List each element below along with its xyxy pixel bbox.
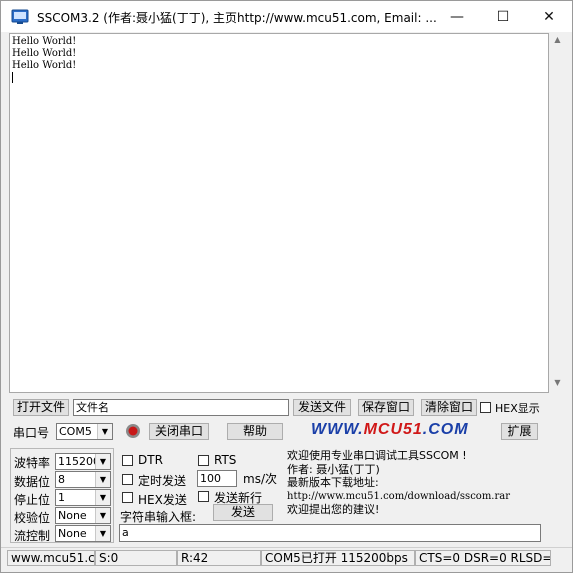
welcome-info: 欢迎使用专业串口调试工具SSCOM ! 作者: 聂小猛(丁丁) 最新版本下载地址… <box>287 449 545 519</box>
close-button[interactable]: ✕ <box>526 1 572 32</box>
info-download-url: http://www.mcu51.com/download/sscom.rar <box>287 490 510 502</box>
receive-area[interactable]: Hello World! Hello World! Hello World! <box>9 33 549 393</box>
baud-label: 波特率 <box>14 456 51 470</box>
clear-window-button[interactable]: 清除窗口 <box>421 399 477 416</box>
save-window-button[interactable]: 保存窗口 <box>358 399 414 416</box>
info-line: 欢迎提出您的建议! <box>287 503 380 516</box>
close-port-button[interactable]: 关闭串口 <box>149 423 209 440</box>
parity-select[interactable]: None ▼ <box>55 507 111 524</box>
data-bits-label: 数据位 <box>14 475 51 489</box>
close-icon: ✕ <box>543 8 555 25</box>
help-button[interactable]: 帮助 <box>227 423 283 440</box>
info-line: 欢迎使用专业串口调试工具SSCOM ! <box>287 449 467 462</box>
receive-line: Hello World! <box>12 36 77 47</box>
logo-text-www: WWW. <box>311 421 364 438</box>
scroll-down-icon[interactable]: ▼ <box>552 378 563 390</box>
text-caret <box>12 72 13 83</box>
chevron-down-icon: ▼ <box>95 508 110 523</box>
port-value: COM5 <box>59 425 92 438</box>
port-select[interactable]: COM5 ▼ <box>56 423 113 440</box>
status-sent-count: S:0 <box>95 550 177 566</box>
chevron-down-icon: ▼ <box>95 526 110 541</box>
parity-value: None <box>58 509 87 522</box>
maximize-icon: ☐ <box>496 8 510 25</box>
send-button[interactable]: 发送 <box>213 504 273 521</box>
timed-send-label: 定时发送 <box>138 474 187 488</box>
baud-value: 115200 <box>58 455 100 468</box>
info-line: 最新版本下载地址: <box>287 476 379 489</box>
mcu51-logo: WWW.MCU51.COM <box>311 421 469 439</box>
baud-select[interactable]: 115200 ▼ <box>55 453 111 470</box>
app-icon <box>11 8 29 24</box>
stop-bits-value: 1 <box>58 491 65 504</box>
logo-text-mcu51: MCU51 <box>363 421 423 438</box>
vertical-scrollbar[interactable]: ▲ ▼ <box>549 33 566 393</box>
rts-checkbox[interactable] <box>198 455 209 466</box>
receive-line: Hello World! <box>12 48 77 59</box>
status-website: www.mcu51.cor <box>7 550 95 566</box>
parity-label: 校验位 <box>14 511 51 525</box>
port-label: 串口号 <box>13 426 50 440</box>
dtr-label: DTR <box>138 453 163 467</box>
sscom-window: SSCOM3.2 (作者:聂小猛(丁丁), 主页http://www.mcu51… <box>0 0 573 573</box>
chevron-down-icon: ▼ <box>95 472 110 487</box>
data-bits-value: 8 <box>58 473 65 486</box>
chevron-down-icon: ▼ <box>97 424 112 439</box>
send-text-input[interactable]: a <box>119 524 541 542</box>
hex-send-checkbox[interactable] <box>122 492 133 503</box>
status-bar: www.mcu51.cor S:0 R:42 COM5已打开 115200bps… <box>1 547 572 568</box>
flow-control-select[interactable]: None ▼ <box>55 525 111 542</box>
stop-bits-label: 停止位 <box>14 493 51 507</box>
timed-send-checkbox[interactable] <box>122 474 133 485</box>
hex-display-label: HEX显示 <box>495 402 540 415</box>
title-bar[interactable]: SSCOM3.2 (作者:聂小猛(丁丁), 主页http://www.mcu51… <box>1 1 572 32</box>
interval-input[interactable]: 100 <box>197 470 237 487</box>
filename-input[interactable]: 文件名 <box>73 399 289 416</box>
window-title: SSCOM3.2 (作者:聂小猛(丁丁), 主页http://www.mcu51… <box>37 11 437 25</box>
stop-bits-select[interactable]: 1 ▼ <box>55 489 111 506</box>
rts-label: RTS <box>214 453 237 467</box>
chevron-down-icon: ▼ <box>95 454 110 469</box>
maximize-button[interactable]: ☐ <box>480 1 526 32</box>
chevron-down-icon: ▼ <box>95 490 110 505</box>
status-port-state: COM5已打开 115200bps <box>261 550 415 566</box>
dtr-checkbox[interactable] <box>122 455 133 466</box>
logo-text-com: .COM <box>422 421 469 438</box>
minimize-button[interactable]: — <box>434 1 480 32</box>
record-icon <box>125 423 141 442</box>
data-bits-select[interactable]: 8 ▼ <box>55 471 111 488</box>
interval-unit: ms/次 <box>243 472 277 486</box>
send-newline-checkbox[interactable] <box>198 491 209 502</box>
hex-send-label: HEX发送 <box>138 493 187 507</box>
minimize-icon: — <box>450 8 464 25</box>
scroll-up-icon[interactable]: ▲ <box>552 35 563 47</box>
flow-control-value: None <box>58 527 87 540</box>
flow-control-label: 流控制 <box>14 529 51 543</box>
status-line-signals: CTS=0 DSR=0 RLSD=0 <box>415 550 551 566</box>
send-file-button[interactable]: 发送文件 <box>293 399 351 416</box>
expand-button[interactable]: 扩展 <box>501 423 538 440</box>
open-file-button[interactable]: 打开文件 <box>13 399 69 416</box>
receive-line: Hello World! <box>12 60 77 71</box>
info-line: 作者: 聂小猛(丁丁) <box>287 462 380 476</box>
hex-display-checkbox[interactable] <box>480 402 491 413</box>
status-received-count: R:42 <box>177 550 261 566</box>
string-input-label: 字符串输入框: <box>120 510 197 524</box>
